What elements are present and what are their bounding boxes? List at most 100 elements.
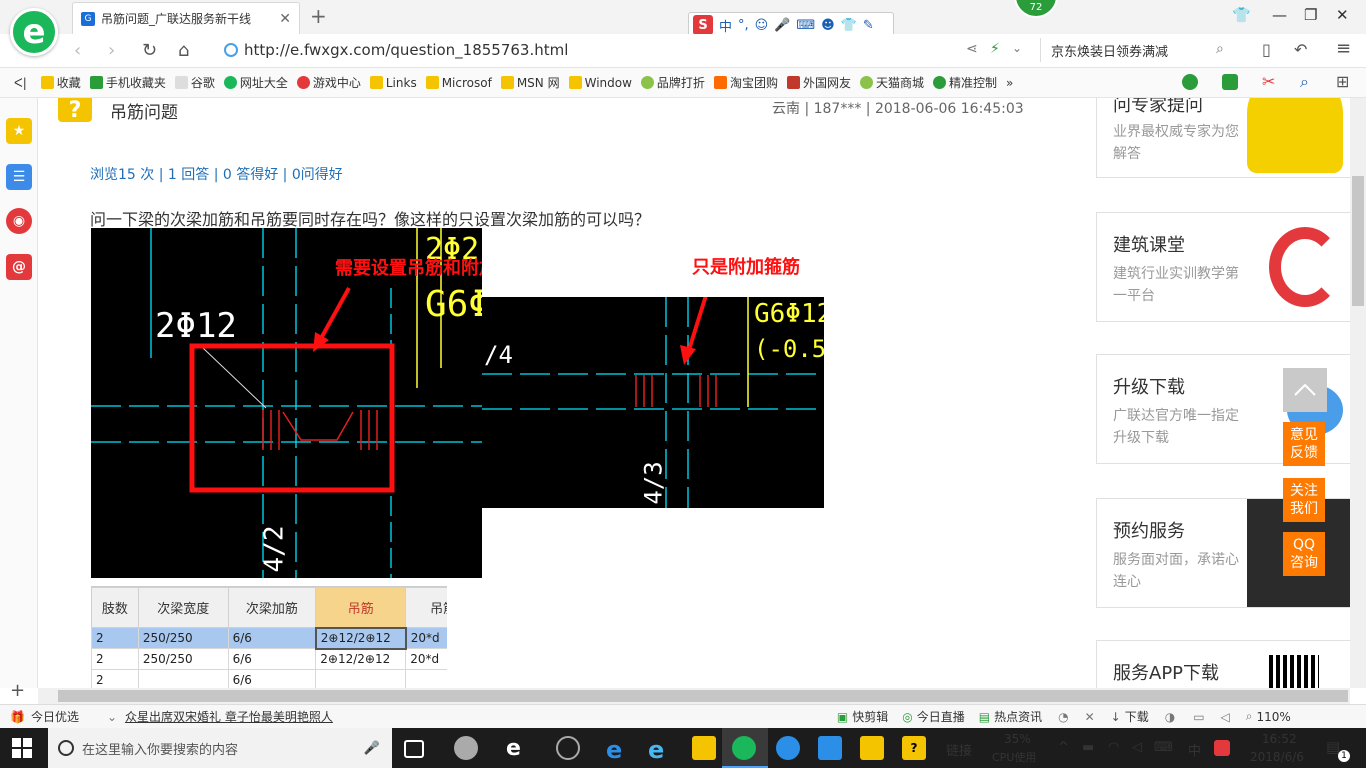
- table-row[interactable]: 2 6/6: [91, 669, 447, 688]
- card-expert[interactable]: 问专家提问 业界最权威专家为您解答: [1096, 98, 1350, 178]
- keyboard-icon[interactable]: ⌨: [1154, 740, 1173, 755]
- table-cell[interactable]: 250/250: [137, 627, 229, 649]
- browser-logo-icon[interactable]: e: [10, 8, 58, 56]
- email-icon[interactable]: @: [6, 254, 32, 280]
- status-item[interactable]: 今日直播: [917, 708, 965, 725]
- windows-start-icon[interactable]: [12, 738, 32, 758]
- ime-punct[interactable]: °,: [738, 18, 749, 33]
- new-tab-button[interactable]: +: [310, 4, 327, 28]
- grid-icon[interactable]: ⊞: [1336, 72, 1349, 91]
- bookmark-item[interactable]: 淘宝团购: [713, 74, 778, 91]
- shield-icon[interactable]: [1182, 74, 1198, 90]
- minimize-icon[interactable]: —: [1272, 6, 1287, 24]
- search-input[interactable]: 京东焕装日领券满减: [1040, 38, 1244, 62]
- table-cell[interactable]: 6/6: [227, 627, 317, 649]
- shirt-skin-icon[interactable]: 👕: [1232, 6, 1251, 24]
- reading-list-icon[interactable]: ☰: [6, 164, 32, 190]
- g-app-icon[interactable]: [776, 736, 800, 760]
- card-classroom[interactable]: 建筑课堂 建筑行业实训教学第一平台: [1096, 212, 1350, 322]
- tray-chevron-up-icon[interactable]: ^: [1058, 740, 1069, 755]
- fan-app-icon[interactable]: [454, 736, 478, 760]
- mute-icon[interactable]: ◁: [1221, 710, 1230, 724]
- back-to-top-button[interactable]: [1283, 368, 1327, 412]
- weibo-icon[interactable]: ◉: [6, 208, 32, 234]
- wifi-icon[interactable]: ◠: [1108, 740, 1119, 755]
- magnifier-icon[interactable]: ⌕: [1300, 72, 1309, 92]
- bookmark-item[interactable]: 游戏中心: [296, 74, 361, 91]
- gift-icon[interactable]: 🎁: [10, 710, 25, 724]
- emoji-icon[interactable]: ☺: [755, 18, 769, 33]
- feedback-button[interactable]: 意见 反馈: [1283, 422, 1325, 466]
- bookmark-item[interactable]: 天猫商城: [859, 74, 924, 91]
- taskbar-ime[interactable]: 中: [1188, 740, 1201, 759]
- share-icon[interactable]: ⋖: [966, 41, 978, 57]
- mic-icon[interactable]: 🎤: [364, 741, 380, 756]
- translate-icon[interactable]: [1222, 74, 1238, 90]
- url-text[interactable]: http://e.fwxgx.com/question_1855763.html: [244, 41, 568, 59]
- bookmark-item[interactable]: 手机收藏夹: [89, 74, 166, 91]
- scissors-icon[interactable]: ✂: [1262, 72, 1275, 91]
- zoom-icon[interactable]: ⌕: [1246, 709, 1253, 724]
- keyboard-icon[interactable]: ⌨: [796, 18, 815, 33]
- undo-icon[interactable]: ↶: [1294, 40, 1307, 59]
- table-row[interactable]: 2 250/250 6/6 2⊕12/2⊕12 20*d: [91, 626, 447, 650]
- sogou-tray-icon[interactable]: [1214, 740, 1230, 756]
- clock-date[interactable]: 2018/6/6: [1250, 750, 1304, 764]
- help-app-icon[interactable]: ?: [902, 736, 926, 760]
- clock-time[interactable]: 16:52: [1262, 732, 1297, 746]
- news-icon[interactable]: ▤: [979, 710, 990, 724]
- video-edit-icon[interactable]: ▣: [837, 710, 848, 724]
- bookmarks-toggle-icon[interactable]: ᐸ|: [14, 76, 27, 90]
- volume-icon[interactable]: ◁: [1132, 740, 1142, 755]
- table-cell[interactable]: 2: [91, 669, 139, 688]
- taskbar-search[interactable]: 在这里输入你要搜索的内容 🎤: [48, 728, 392, 768]
- table-cell[interactable]: [315, 669, 407, 688]
- table-cell[interactable]: 2: [91, 627, 139, 649]
- table-cell[interactable]: 6/6: [227, 669, 317, 688]
- browser-360-icon[interactable]: [732, 736, 756, 760]
- user-icon[interactable]: ☻: [821, 18, 835, 33]
- swirl-app-icon[interactable]: [556, 736, 580, 760]
- bookmark-item[interactable]: 谷歌: [174, 74, 215, 91]
- speed-dial-icon[interactable]: ◑: [1165, 710, 1175, 724]
- home-icon[interactable]: ⌂: [178, 40, 189, 61]
- table-cell[interactable]: 20*d: [405, 627, 447, 649]
- menu-icon[interactable]: ≡: [1336, 38, 1351, 59]
- shirt-icon[interactable]: 👕: [841, 18, 857, 33]
- plus-app-icon[interactable]: [818, 736, 842, 760]
- mobile-icon[interactable]: ▯: [1262, 40, 1271, 59]
- notes-app-icon[interactable]: [860, 736, 884, 760]
- bookmark-item[interactable]: 网址大全: [223, 74, 288, 91]
- table-cell[interactable]: 250/250: [137, 648, 229, 670]
- sogou-icon[interactable]: S: [693, 15, 713, 35]
- tools-icon[interactable]: ✎: [863, 18, 874, 33]
- close-tab-icon[interactable]: ✕: [279, 11, 291, 27]
- file-explorer-icon[interactable]: [692, 736, 716, 760]
- table-cell[interactable]: 2: [91, 648, 139, 670]
- status-item[interactable]: 热点资讯: [994, 708, 1042, 725]
- taskbar-link-label[interactable]: 链接: [946, 740, 972, 759]
- follow-button[interactable]: 关注 我们: [1283, 478, 1325, 522]
- question-stats[interactable]: 浏览15 次 | 1 回答 | 0 答得好 | 0问得好: [90, 164, 343, 184]
- bookmark-item[interactable]: Window: [568, 76, 632, 90]
- table-cell[interactable]: [137, 669, 229, 688]
- qq-button[interactable]: QQ 咨询: [1283, 532, 1325, 576]
- table-row[interactable]: 2 250/250 6/6 2⊕12/2⊕12 20*d: [91, 648, 447, 670]
- close-window-icon[interactable]: ✕: [1336, 6, 1349, 24]
- bookmark-item[interactable]: 精准控制: [932, 74, 997, 91]
- table-cell[interactable]: 6/6: [227, 648, 317, 670]
- bookmark-item[interactable]: 收藏: [40, 74, 81, 91]
- back-icon[interactable]: ‹: [74, 40, 81, 61]
- edge-icon[interactable]: e: [606, 736, 630, 764]
- forward-icon[interactable]: ›: [108, 40, 115, 61]
- url-field[interactable]: http://e.fwxgx.com/question_1855763.html: [224, 38, 1024, 62]
- today-picks[interactable]: 今日优选: [31, 708, 79, 725]
- speed-icon[interactable]: ◔: [1058, 710, 1068, 724]
- refresh-icon[interactable]: ↻: [142, 40, 157, 61]
- chevron-down-icon[interactable]: ⌄: [1012, 41, 1022, 55]
- table-cell[interactable]: 20*d: [405, 648, 447, 670]
- add-sidebar-icon[interactable]: +: [10, 680, 25, 701]
- ime-mode[interactable]: 中: [719, 16, 732, 35]
- tools-icon[interactable]: ✕: [1085, 710, 1095, 724]
- tab-active[interactable]: G 吊筋问题_广联达服务新干线 ✕: [72, 2, 300, 34]
